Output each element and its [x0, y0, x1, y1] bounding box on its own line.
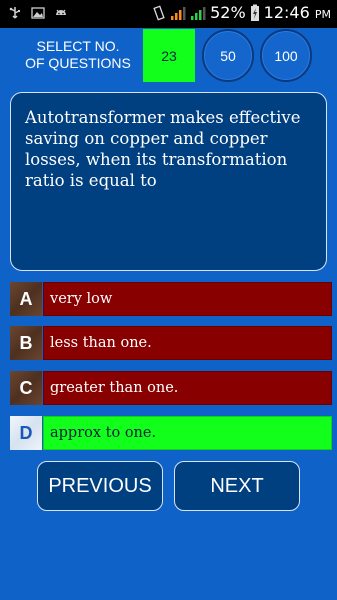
option-d[interactable]: D approx to one.: [10, 416, 332, 450]
notification-icons: [8, 6, 68, 20]
question-count-100-button[interactable]: 100: [260, 29, 312, 82]
system-icons: 52% 12:46 PM: [152, 3, 331, 22]
question-count-50-button[interactable]: 50: [202, 29, 254, 82]
signal-icon: [191, 6, 206, 20]
option-text: very low: [43, 282, 332, 316]
option-c[interactable]: C greater than one.: [10, 371, 332, 405]
option-b[interactable]: B less than one.: [10, 326, 332, 360]
question-box: Autotransformer makes effective saving o…: [10, 92, 327, 271]
clock: 12:46 PM: [264, 3, 331, 22]
previous-button[interactable]: PREVIOUS: [37, 461, 163, 511]
select-label-line2: OF QUESTIONS: [25, 55, 131, 71]
option-letter: D: [10, 416, 42, 450]
vibrate-icon: [153, 5, 165, 20]
option-letter: B: [10, 326, 42, 360]
usb-icon: [9, 7, 20, 19]
image-icon: [31, 7, 45, 19]
next-button[interactable]: NEXT: [174, 461, 300, 511]
battery-charging-icon: [250, 4, 259, 21]
question-text: Autotransformer makes effective saving o…: [25, 108, 301, 190]
option-letter: C: [10, 371, 42, 405]
status-bar: 52% 12:46 PM: [0, 0, 337, 28]
clock-time: 12:46: [263, 3, 310, 22]
signal-icon: [171, 6, 186, 20]
option-text: greater than one.: [43, 371, 332, 405]
option-text: less than one.: [43, 326, 332, 360]
clock-ampm: PM: [314, 8, 331, 21]
question-count-current[interactable]: 23: [143, 29, 195, 82]
android-icon: [56, 9, 66, 15]
select-questions-label: SELECT NO. OF QUESTIONS: [18, 38, 138, 72]
option-letter: A: [10, 282, 42, 316]
select-label-line1: SELECT NO.: [36, 38, 120, 54]
battery-percent: 52%: [210, 3, 246, 22]
option-a[interactable]: A very low: [10, 282, 332, 316]
option-text: approx to one.: [43, 416, 332, 450]
